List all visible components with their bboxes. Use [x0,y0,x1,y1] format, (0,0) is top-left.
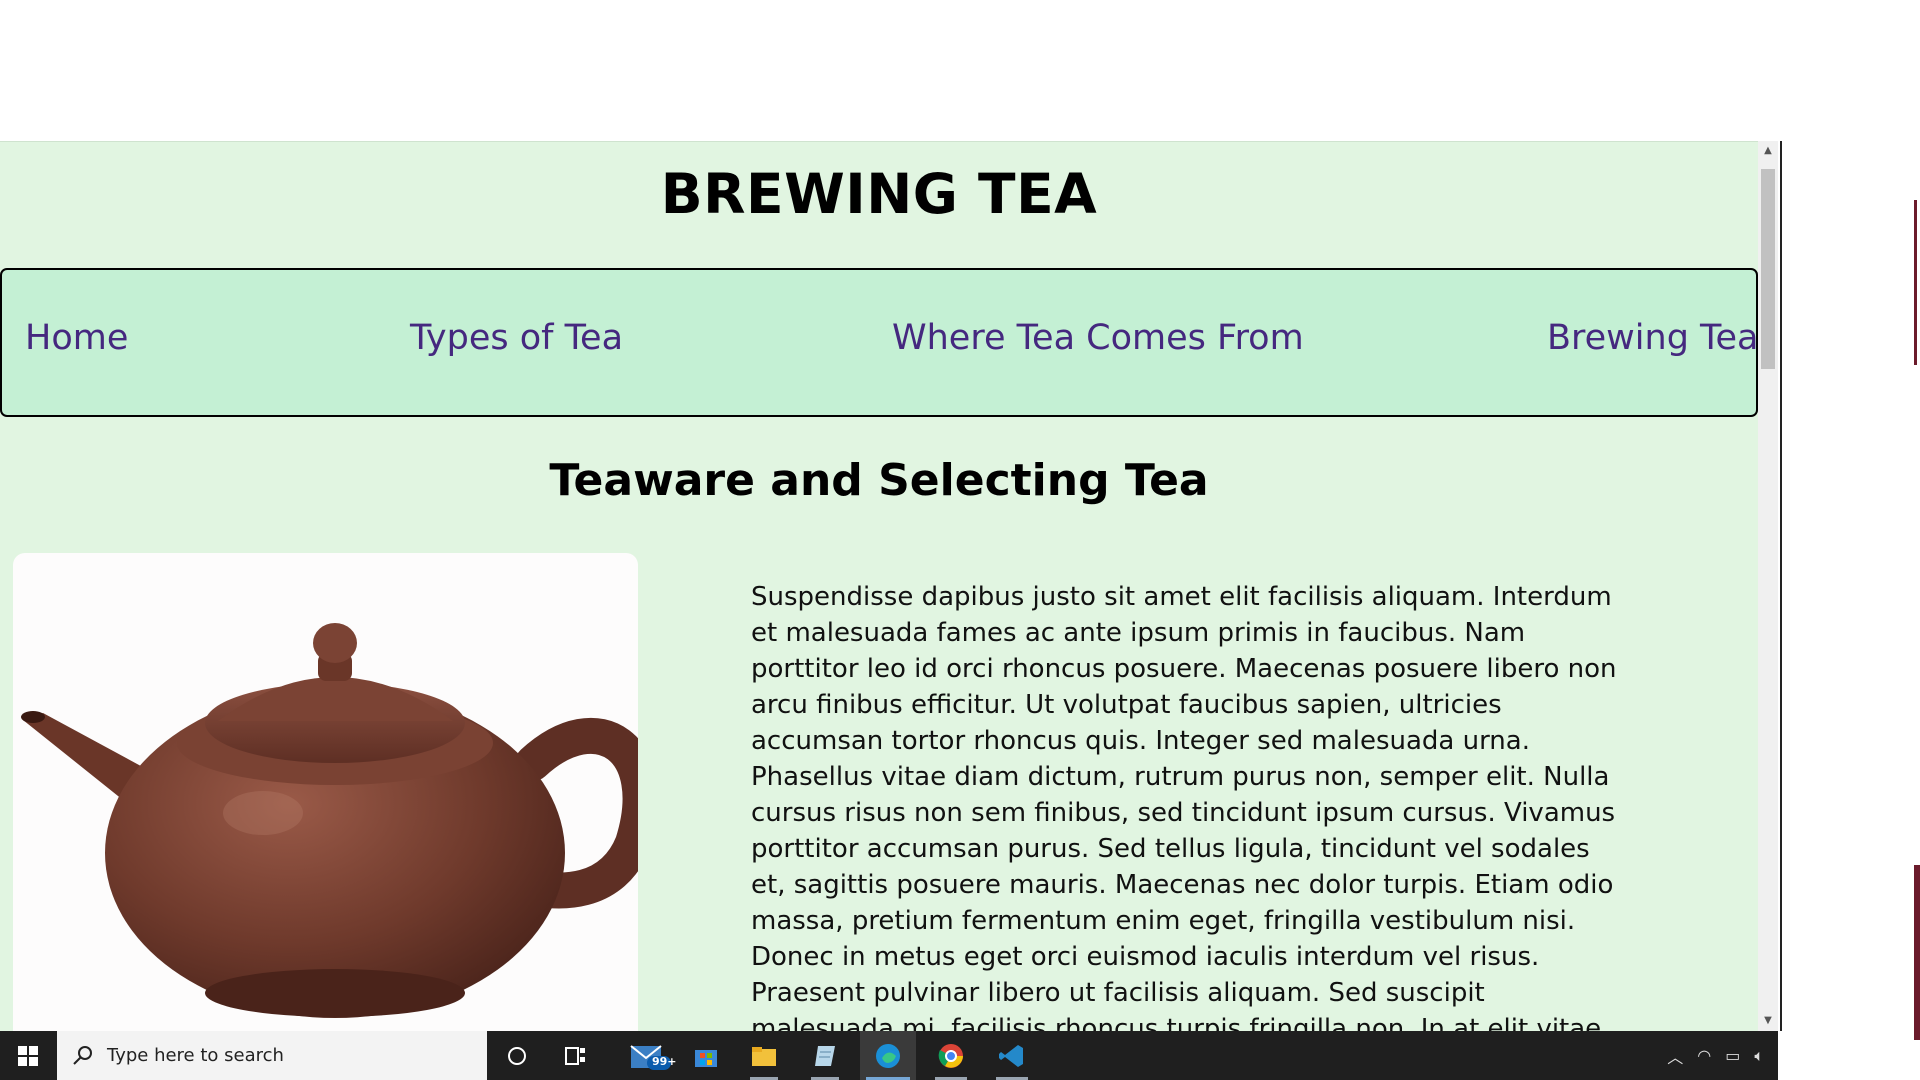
chrome-icon[interactable] [929,1031,973,1080]
nav-bar: Home Types of Tea Where Tea Comes From B… [0,268,1758,417]
window-edge [1780,141,1782,1031]
windows-icon [18,1045,38,1066]
nav-link-where-tea-comes-from[interactable]: Where Tea Comes From [892,318,1304,358]
scroll-up-icon[interactable]: ▲ [1758,141,1778,161]
search-placeholder: Type here to search [107,1045,284,1066]
mail-badge: 99+ [652,1055,677,1068]
file-explorer-icon[interactable] [744,1031,784,1080]
page-scrollbar[interactable]: ▲ ▼ [1758,141,1778,1031]
background-window-fragment [1914,865,1920,1040]
mail-icon[interactable]: 99+ [622,1031,678,1080]
taskbar: Type here to search 99+ ︿ ◠ ▭ 🔈︎ [0,1031,1778,1080]
network-icon[interactable]: ◠ [1697,1046,1711,1065]
teapot-image [13,553,638,1032]
volume-icon[interactable]: 🔈︎ [1754,1046,1764,1066]
edge-icon[interactable] [860,1031,916,1080]
section-heading: Teaware and Selecting Tea [549,455,1209,506]
chevron-up-icon[interactable]: ︿ [1667,1044,1683,1068]
body-paragraph: Suspendisse dapibus justo sit amet elit … [751,582,1617,1032]
vscode-icon[interactable] [990,1031,1034,1080]
battery-icon[interactable]: ▭ [1725,1046,1740,1065]
nav-link-types-of-tea[interactable]: Types of Tea [410,318,623,358]
task-view-icon[interactable] [556,1031,596,1080]
browser-viewport: BREWING TEA Home Types of Tea Where Tea … [0,141,1778,1032]
page-title: BREWING TEA [660,162,1098,226]
windows-start-button[interactable] [0,1031,56,1080]
scroll-thumb[interactable] [1761,169,1775,369]
notepad-icon[interactable] [805,1031,845,1080]
nav-link-brewing-tea[interactable]: Brewing Tea [1547,318,1758,358]
cortana-icon[interactable] [497,1031,537,1080]
nav-link-home[interactable]: Home [25,318,128,358]
scroll-down-icon[interactable]: ▼ [1758,1011,1778,1031]
search-icon [73,1045,92,1065]
system-tray: ︿ ◠ ▭ 🔈︎ [1667,1031,1764,1080]
background-window-fragment [1914,200,1917,365]
store-icon[interactable] [686,1031,726,1080]
taskbar-search-box[interactable]: Type here to search [57,1031,487,1080]
